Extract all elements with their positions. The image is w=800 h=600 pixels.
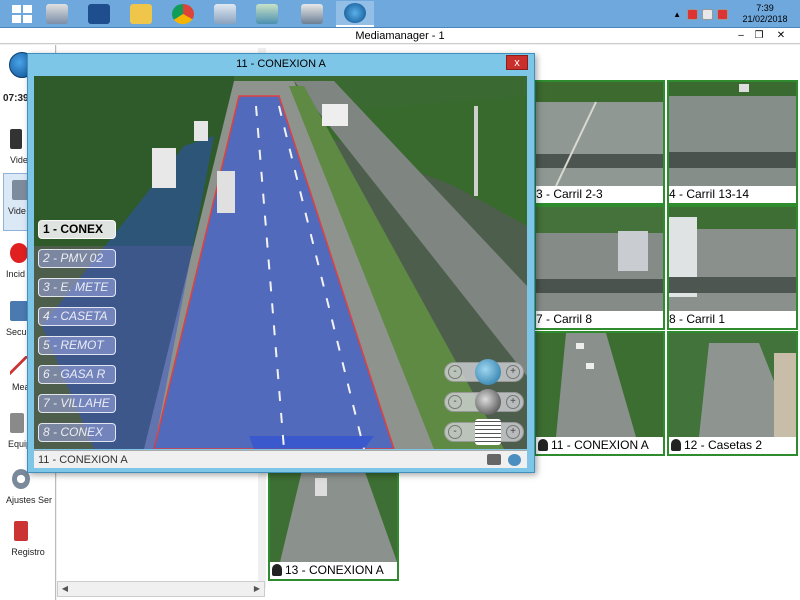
measure-icon — [10, 356, 28, 376]
clock[interactable]: 7:39 21/02/2018 — [730, 3, 800, 25]
close-button[interactable]: ✕ — [774, 29, 788, 42]
start-button[interactable] — [3, 1, 41, 27]
popup-status-bar: 11 - CONEXION A — [34, 450, 527, 468]
camera-caption: 8 - Carril 1 — [669, 311, 796, 328]
camera-feed — [270, 458, 397, 562]
network-icon — [256, 4, 278, 24]
preset-7[interactable]: 7 - VILLAHE — [38, 394, 116, 413]
preset-2[interactable]: 2 - PMV 02 — [38, 249, 116, 268]
horizontal-scrollbar[interactable]: ◀ ▶ — [57, 581, 265, 597]
iris-close-icon[interactable]: - — [448, 425, 462, 439]
scroll-right-arrow-icon[interactable]: ▶ — [250, 582, 264, 596]
camera-caption: 7 - Carril 8 — [536, 311, 663, 328]
camera-caption: 11 - CONEXION A — [536, 437, 663, 454]
alarm-icon — [10, 243, 28, 263]
system-tray: ▲ 7:39 21/02/2018 — [673, 0, 800, 28]
network-tray-icon[interactable] — [702, 8, 713, 20]
camera-caption: 4 - Carril 13-14 — [669, 186, 796, 203]
registro-icon — [14, 521, 28, 541]
powershell-icon — [88, 4, 110, 24]
zoom-in-icon[interactable]: + — [506, 365, 520, 379]
scroll-left-arrow-icon[interactable]: ◀ — [58, 582, 72, 596]
camera-feed — [669, 333, 796, 437]
chrome-icon — [172, 4, 194, 24]
windows-logo-icon — [12, 5, 32, 23]
camera-icon — [538, 439, 548, 451]
connection-icon — [301, 4, 323, 24]
preset-8[interactable]: 8 - CONEX — [38, 423, 116, 442]
live-video-feed[interactable]: 1 - CONEX 2 - PMV 02 3 - E. METE 4 - CAS… — [34, 76, 527, 449]
camera-feed — [536, 207, 663, 311]
preset-1[interactable]: 1 - CONEX — [38, 220, 116, 239]
popup-camera-name: 11 - CONEXION A — [38, 454, 128, 466]
maximize-button[interactable]: ❐ — [752, 29, 766, 42]
file-explorer-button[interactable] — [122, 1, 160, 27]
camera-tile[interactable]: 7 - Carril 8 — [534, 205, 665, 330]
server-manager-button[interactable] — [38, 1, 76, 27]
zoom-slider[interactable]: - + — [444, 359, 524, 385]
focus-knob-icon[interactable] — [475, 389, 501, 415]
zoom-knob-icon[interactable] — [475, 359, 501, 385]
connection-button[interactable] — [293, 1, 331, 27]
camera-tile[interactable]: 11 - CONEXION A — [534, 331, 665, 456]
popup-title: 11 - CONEXION A — [236, 58, 326, 70]
flag-icon[interactable] — [687, 8, 698, 20]
camera-feed — [536, 82, 663, 186]
security-icon — [10, 301, 28, 321]
camera-icon — [671, 439, 681, 451]
camera-caption: 13 - CONEXION A — [270, 562, 397, 579]
focus-out-icon[interactable]: - — [448, 395, 462, 409]
iris-slider[interactable]: - + — [444, 419, 524, 445]
server-manager-icon — [46, 4, 68, 24]
camera-tile[interactable]: 12 - Casetas 2 — [667, 331, 798, 456]
camera-feed — [536, 333, 663, 437]
camera-feed — [669, 82, 796, 186]
sidebar-item-label: Ajustes Ser — [6, 495, 53, 505]
camera-tile[interactable]: 8 - Carril 1 — [667, 205, 798, 330]
camera-feed — [669, 207, 796, 311]
sidebar-item-registro[interactable]: Registro — [0, 515, 56, 573]
camera-popup-window[interactable]: 11 - CONEXION A x 1 - CONEX 2 - PMV 02 3… — [27, 53, 535, 473]
popup-close-button[interactable]: x — [506, 55, 528, 70]
sidebar-time: 07:39 — [3, 93, 29, 104]
equipment-icon — [10, 413, 24, 433]
focus-in-icon[interactable]: + — [506, 395, 520, 409]
preset-3[interactable]: 3 - E. METE — [38, 278, 116, 297]
iris-grid-icon[interactable] — [475, 419, 501, 445]
iris-open-icon[interactable]: + — [506, 425, 520, 439]
taskbar: ▲ 7:39 21/02/2018 — [0, 0, 800, 28]
tray-expand-icon[interactable]: ▲ — [673, 10, 681, 19]
file-explorer-icon — [130, 4, 152, 24]
preset-5[interactable]: 5 - REMOT — [38, 336, 116, 355]
camera-tile[interactable]: 13 - CONEXION A — [268, 456, 399, 581]
traffic-light-icon — [10, 129, 22, 149]
clock-date: 21/02/2018 — [742, 14, 788, 24]
camera-caption: 3 - Carril 2-3 — [536, 186, 663, 203]
camera-tile[interactable]: 4 - Carril 13-14 — [667, 80, 798, 205]
sidebar-item-label: Registro — [11, 547, 45, 557]
focus-slider[interactable]: - + — [444, 389, 524, 415]
preset-6[interactable]: 6 - GASA R — [38, 365, 116, 384]
network-button[interactable] — [248, 1, 286, 27]
mediamanager-taskbar-button[interactable] — [336, 1, 374, 27]
remote-desktop-button[interactable] — [206, 1, 244, 27]
window-title: Mediamanager - 1 — [0, 28, 800, 44]
chrome-button[interactable] — [164, 1, 202, 27]
camera-tile[interactable]: 3 - Carril 2-3 — [534, 80, 665, 205]
mediamanager-icon — [344, 3, 366, 23]
zoom-out-icon[interactable]: - — [448, 365, 462, 379]
camera-caption: 12 - Casetas 2 — [669, 437, 796, 454]
clock-time: 7:39 — [756, 3, 774, 13]
snapshot-camera-icon[interactable] — [487, 454, 501, 465]
powershell-button[interactable] — [80, 1, 118, 27]
volume-icon[interactable] — [717, 8, 728, 20]
preset-4[interactable]: 4 - CASETA — [38, 307, 116, 326]
settings-wrench-icon[interactable] — [508, 454, 521, 466]
minimize-button[interactable]: – — [734, 29, 748, 42]
remote-desktop-icon — [214, 4, 236, 24]
camera-icon — [272, 564, 282, 576]
